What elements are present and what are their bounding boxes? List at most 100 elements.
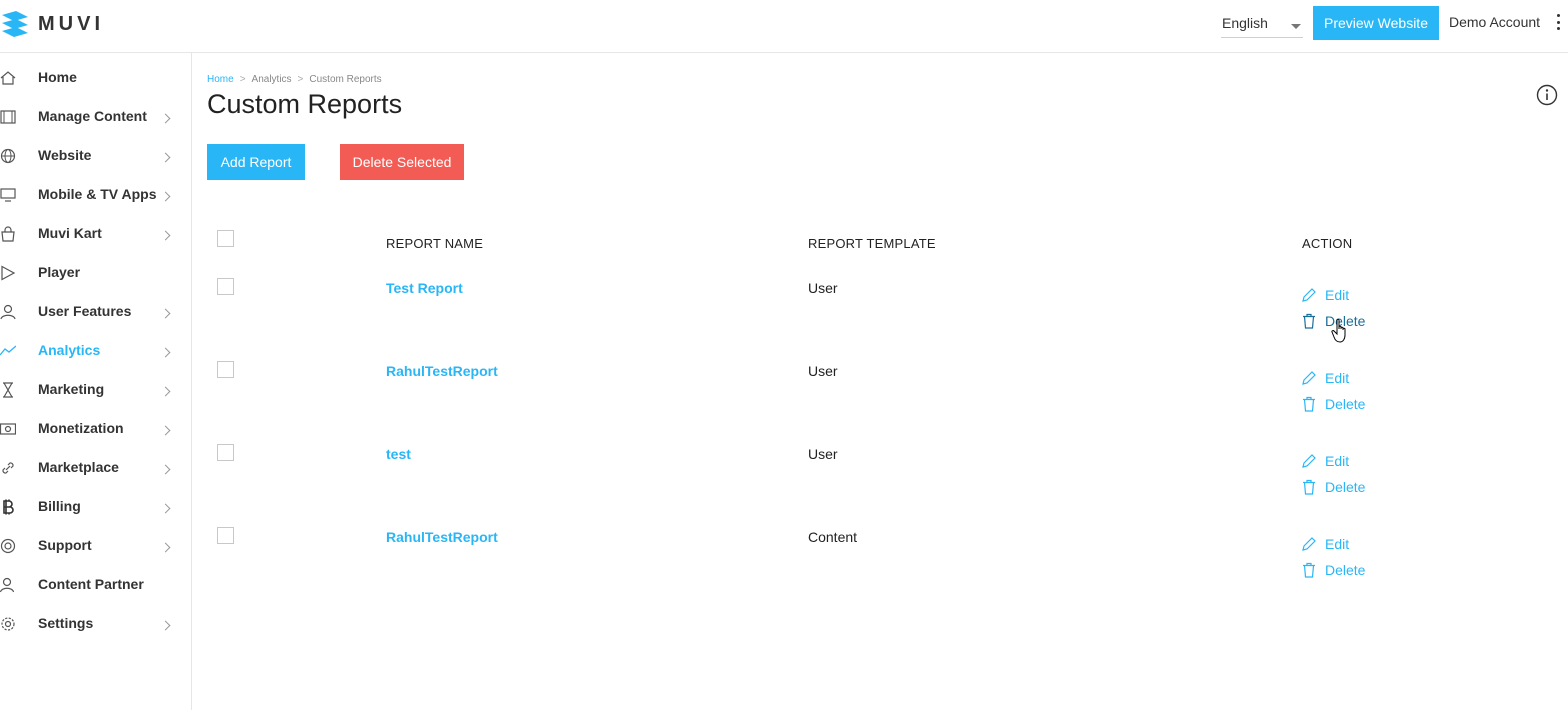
sidebar-item-content-partner[interactable]: Content Partner: [0, 570, 191, 600]
chevron-right-icon: [160, 620, 171, 631]
sidebar-item-home[interactable]: Home: [0, 63, 191, 93]
edit-label: Edit: [1325, 536, 1350, 552]
report-name-link[interactable]: RahulTestReport: [386, 529, 498, 545]
delete-selected-button[interactable]: Delete Selected: [340, 144, 464, 180]
account-menu[interactable]: Demo Account: [1449, 14, 1540, 30]
breadcrumb-home[interactable]: Home: [207, 74, 234, 85]
monitor-icon: [0, 188, 16, 202]
report-template: Content: [808, 529, 858, 545]
caret-down-icon: [1291, 24, 1301, 29]
sidebar-item-user-features[interactable]: User Features: [0, 297, 191, 327]
sidebar-item-label: Manage Content: [38, 108, 147, 124]
sidebar-item-label: Content Partner: [38, 576, 144, 592]
bitcoin-icon: [3, 499, 14, 515]
hand-cursor-icon: [1331, 318, 1346, 343]
sidebar-item-label: Support: [38, 537, 92, 553]
trend-line-icon: [0, 345, 16, 356]
trash-icon: [1303, 396, 1315, 412]
sidebar-item-support[interactable]: Support: [0, 531, 191, 561]
edit-action[interactable]: Edit: [1301, 370, 1349, 386]
edit-label: Edit: [1325, 453, 1350, 469]
edit-action[interactable]: Edit: [1301, 287, 1349, 303]
preview-website-button[interactable]: Preview Website: [1313, 6, 1439, 40]
delete-action[interactable]: Delete: [1301, 479, 1365, 495]
report-name-link[interactable]: Test Report: [386, 280, 463, 296]
sidebar-item-mobile-tv-apps[interactable]: Mobile & TV Apps: [0, 180, 191, 210]
lifebuoy-icon: [0, 538, 16, 554]
trash-icon: [1303, 313, 1315, 329]
users-icon: [0, 577, 15, 593]
row-checkbox[interactable]: [217, 278, 234, 295]
breadcrumb-analytics[interactable]: Analytics: [252, 74, 292, 85]
edit-label: Edit: [1325, 287, 1350, 303]
user-icon: [0, 304, 16, 320]
row-checkbox[interactable]: [217, 527, 234, 544]
sidebar-item-label: Settings: [38, 615, 94, 631]
breadcrumb: Home > Analytics > Custom Reports: [207, 74, 382, 85]
row-checkbox[interactable]: [217, 444, 234, 461]
chevron-right-icon: [160, 386, 171, 397]
sidebar-item-label: User Features: [38, 303, 132, 319]
row-checkbox[interactable]: [217, 361, 234, 378]
delete-action[interactable]: Delete: [1301, 396, 1365, 412]
sidebar-item-monetization[interactable]: Monetization: [0, 414, 191, 444]
more-options-icon[interactable]: [1557, 14, 1561, 30]
sidebar-item-billing[interactable]: Billing: [0, 492, 191, 522]
sidebar-item-manage-content[interactable]: Manage Content: [0, 102, 191, 132]
money-icon: [0, 423, 16, 435]
sidebar-item-label: Monetization: [38, 420, 124, 436]
pencil-icon: [1302, 454, 1316, 468]
sidebar-item-label: Marketplace: [38, 459, 119, 475]
link-icon: [2, 462, 14, 474]
sidebar-item-analytics[interactable]: Analytics: [0, 336, 191, 366]
trash-icon: [1303, 562, 1315, 578]
column-header-report-template: REPORT TEMPLATE: [808, 236, 936, 251]
sidebar-item-marketing[interactable]: Marketing: [0, 375, 191, 405]
sidebar-item-label: Muvi Kart: [38, 225, 102, 241]
column-header-report-name[interactable]: REPORT NAME: [386, 236, 483, 251]
chevron-right-icon: [160, 347, 171, 358]
sidebar-item-label: Marketing: [38, 381, 105, 397]
breadcrumb-current: Custom Reports: [309, 74, 382, 85]
select-all-checkbox[interactable]: [217, 230, 234, 247]
chevron-right-icon: [160, 308, 171, 319]
shopping-bag-icon: [1, 226, 15, 242]
page-title: Custom Reports: [207, 89, 403, 119]
sidebar-item-player[interactable]: Player: [0, 258, 191, 288]
sidebar-item-label: Player: [38, 264, 81, 280]
delete-label: Delete: [1325, 396, 1366, 412]
sidebar-item-muvi-kart[interactable]: Muvi Kart: [0, 219, 191, 249]
edit-action[interactable]: Edit: [1301, 453, 1349, 469]
sidebar-item-marketplace[interactable]: Marketplace: [0, 453, 191, 483]
logo[interactable]: MUVI: [0, 8, 104, 40]
home-icon: [0, 71, 16, 85]
sidebar-item-label: Home: [38, 69, 77, 85]
chevron-right-icon: [160, 503, 171, 514]
sidebar-item-label: Website: [38, 147, 92, 163]
pencil-icon: [1302, 537, 1316, 551]
sidebar-item-settings[interactable]: Settings: [0, 609, 191, 639]
sidebar-item-website[interactable]: Website: [0, 141, 191, 171]
trash-icon: [1303, 479, 1315, 495]
play-icon: [1, 265, 16, 281]
logo-text: MUVI: [38, 12, 104, 35]
pencil-icon: [1302, 371, 1316, 385]
chevron-right-icon: [160, 152, 171, 163]
chevron-right-icon: [160, 464, 171, 475]
delete-label: Delete: [1325, 479, 1366, 495]
add-report-button[interactable]: Add Report: [207, 144, 305, 180]
sidebar-item-label: Billing: [38, 498, 81, 514]
chevron-right-icon: [160, 191, 171, 202]
language-select[interactable]: English: [1221, 10, 1303, 38]
language-value: English: [1222, 15, 1268, 31]
edit-action[interactable]: Edit: [1301, 536, 1349, 552]
report-name-link[interactable]: RahulTestReport: [386, 363, 498, 379]
sidebar-item-label: Analytics: [38, 342, 101, 358]
chevron-right-icon: [160, 113, 171, 124]
report-name-link[interactable]: test: [386, 446, 411, 462]
globe-icon: [0, 148, 16, 164]
delete-action[interactable]: Delete: [1301, 562, 1365, 578]
info-icon[interactable]: [1536, 84, 1558, 106]
hourglass-icon: [3, 382, 13, 398]
report-template: User: [808, 363, 838, 379]
